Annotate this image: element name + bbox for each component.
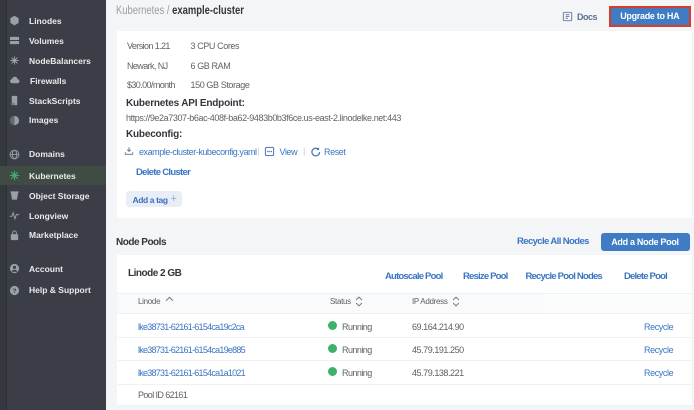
svg-text:?: ? <box>13 287 17 294</box>
